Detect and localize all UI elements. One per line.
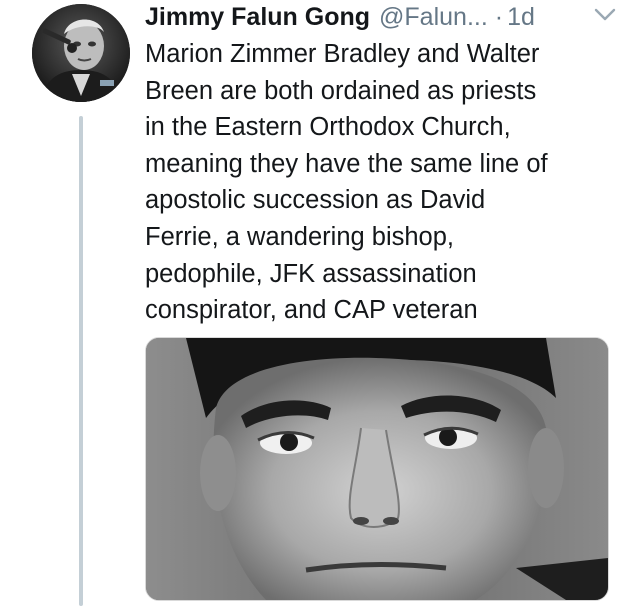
chevron-down-icon[interactable] — [594, 7, 616, 23]
tweet-text: Marion Zimmer Bradley and Walter Breen a… — [145, 40, 548, 325]
timestamp[interactable]: 1d — [507, 2, 535, 32]
tweet-header: Jimmy Falun Gong @Falun... · 1d — [145, 2, 535, 32]
avatar[interactable] — [32, 4, 130, 102]
tweet-media[interactable] — [145, 337, 609, 601]
thread-line — [79, 116, 83, 606]
tweet[interactable]: Jimmy Falun Gong @Falun... · 1d Marion Z… — [0, 0, 640, 606]
user-handle[interactable]: @Falun... — [379, 2, 488, 32]
avatar-image — [32, 4, 130, 102]
separator-dot: · — [494, 3, 504, 31]
display-name[interactable]: Jimmy Falun Gong — [145, 2, 370, 32]
attached-photo — [146, 338, 608, 600]
